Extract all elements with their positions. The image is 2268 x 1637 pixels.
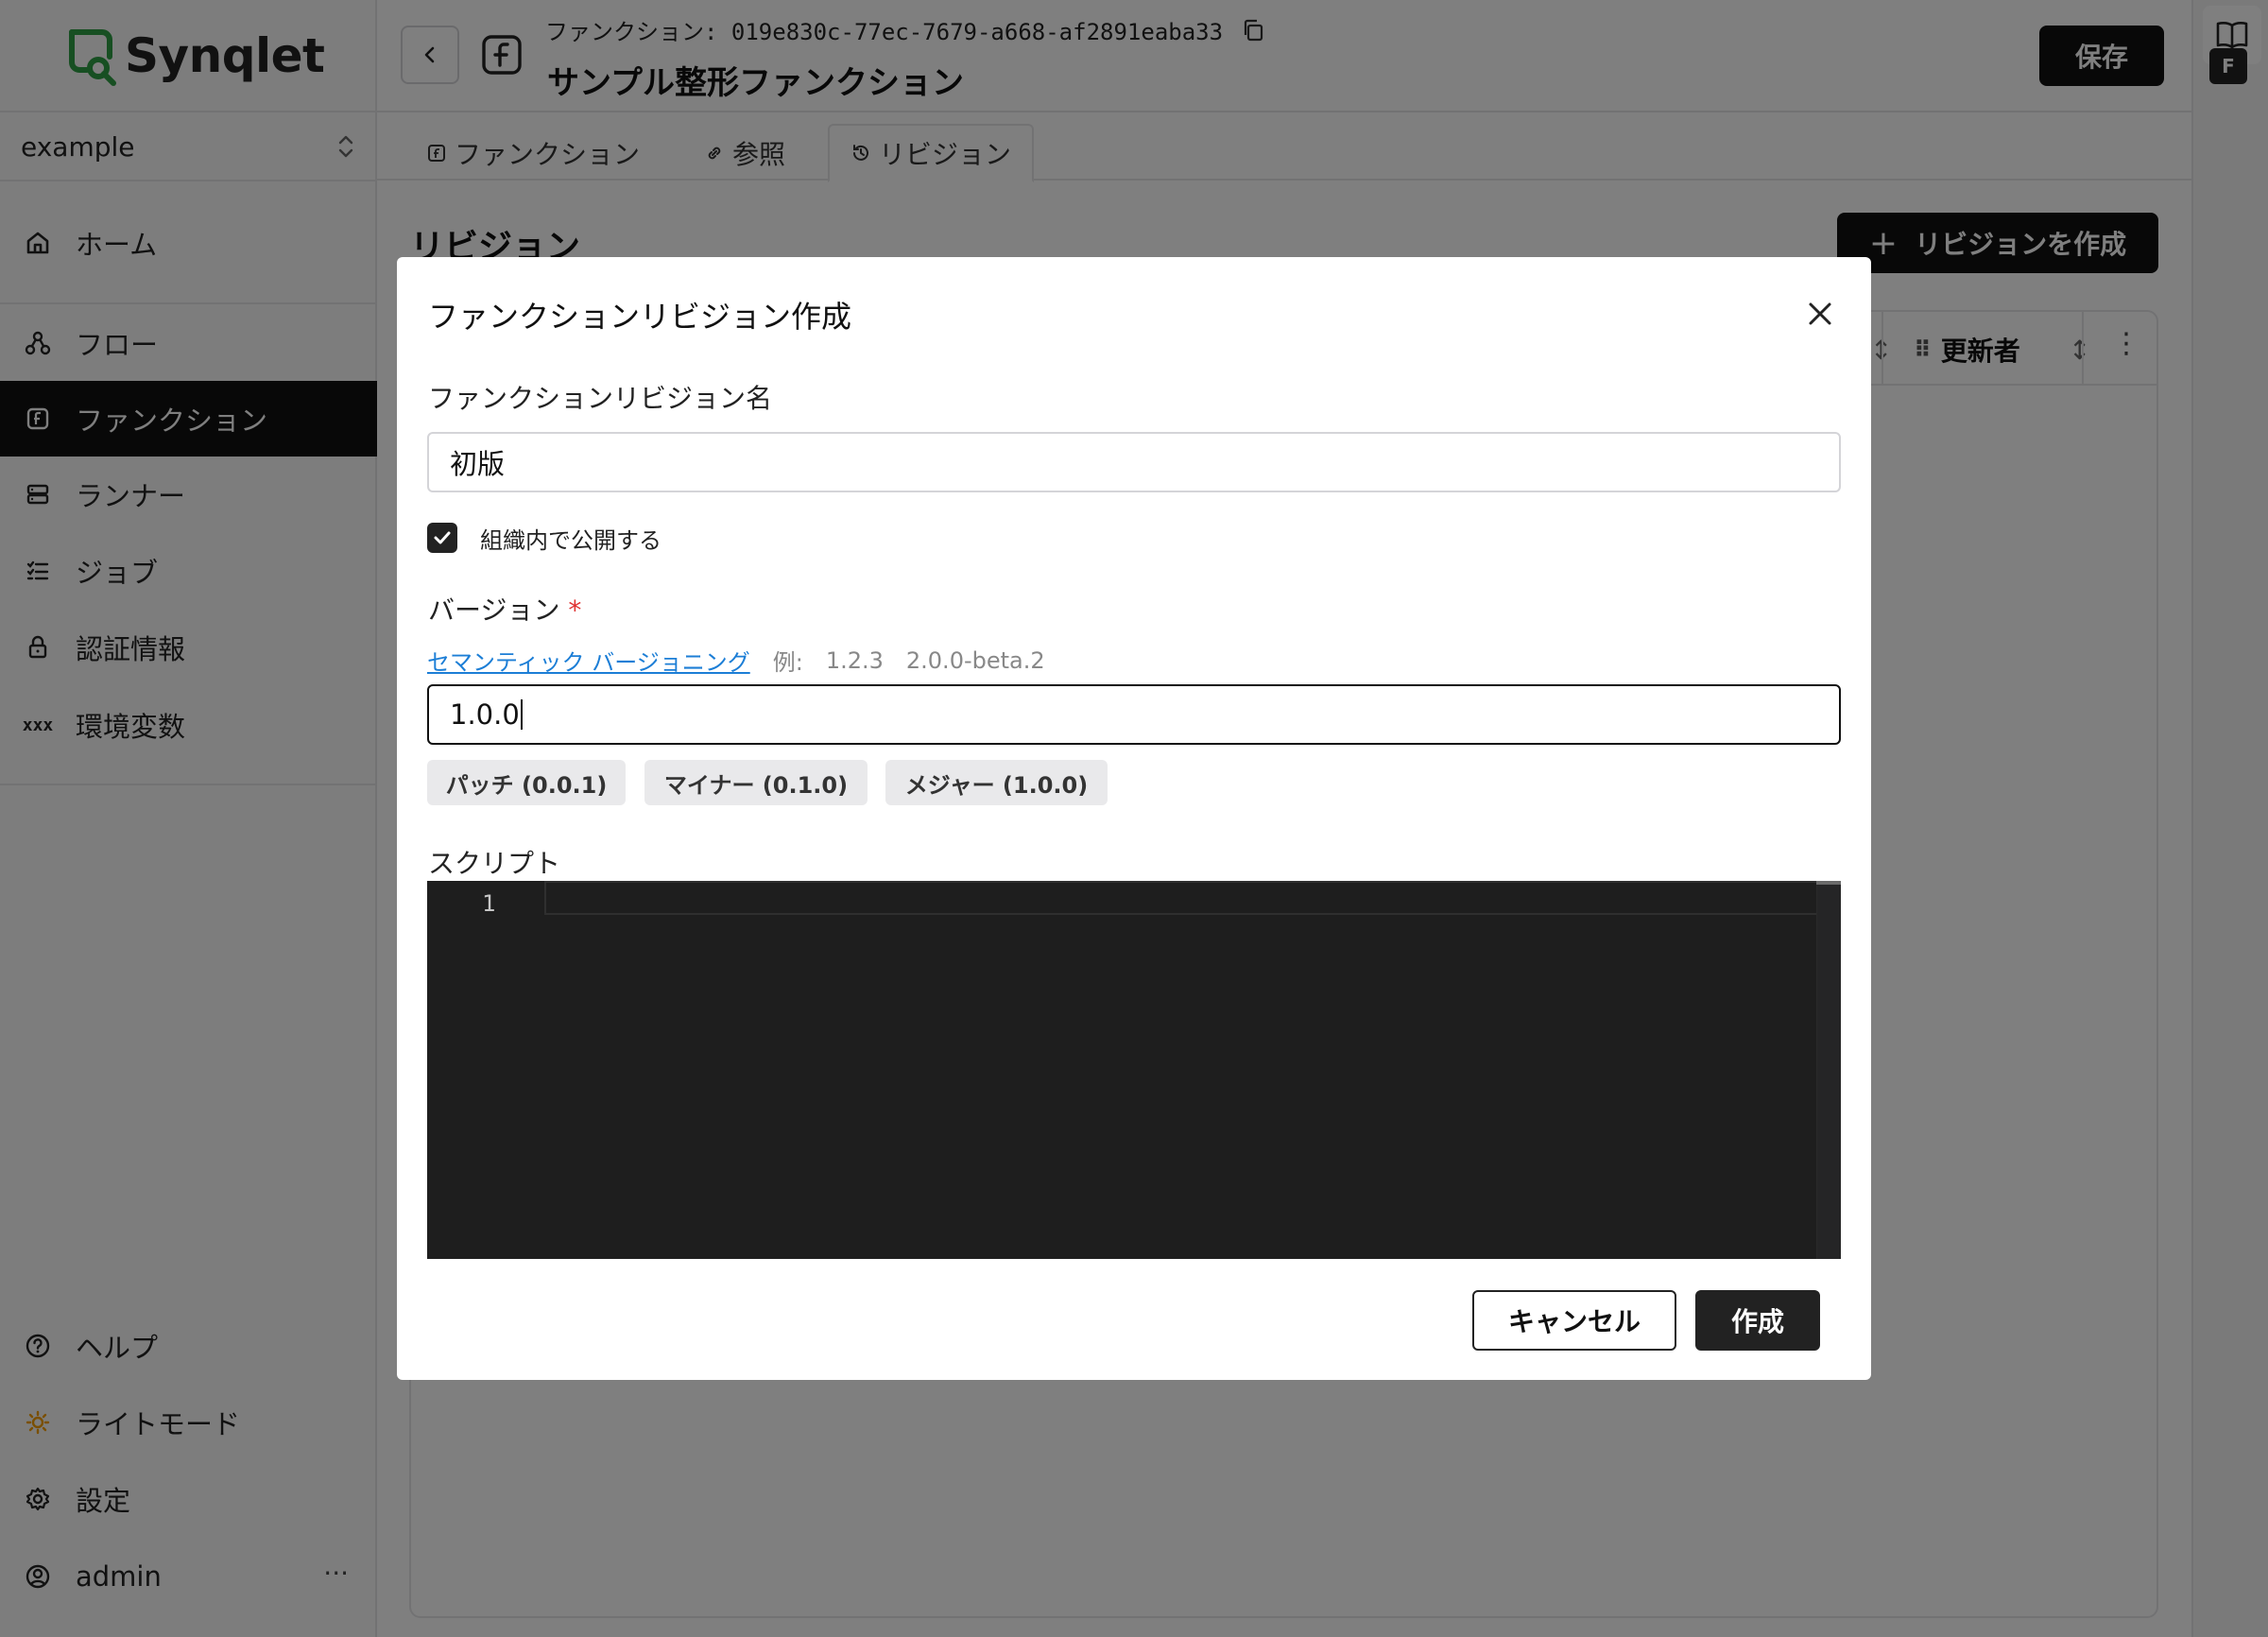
version-label: バージョン * [428, 590, 581, 628]
create-button[interactable]: 作成 [1695, 1290, 1820, 1351]
current-line-highlight [544, 881, 1841, 915]
publish-checkbox[interactable] [427, 523, 457, 553]
line-number: 1 [482, 890, 496, 917]
script-editor[interactable]: 1 [427, 881, 1841, 1259]
revision-name-input[interactable]: 初版 [427, 432, 1841, 492]
version-value: 1.0.0 [450, 698, 520, 731]
check-icon [434, 531, 451, 544]
editor-scrollbar[interactable] [1816, 881, 1841, 1259]
scrollbar-thumb[interactable] [1816, 881, 1841, 885]
required-mark: * [568, 594, 582, 626]
revision-name-label: ファンクションリビジョン名 [428, 383, 773, 414]
bump-minor-button[interactable]: マイナー (0.1.0) [644, 760, 868, 805]
version-label-text: バージョン [428, 594, 560, 626]
bump-patch-button[interactable]: パッチ (0.0.1) [427, 760, 626, 805]
example-value: 2.0.0-beta.2 [905, 646, 1045, 674]
semver-link[interactable]: セマンティック バージョニング [427, 644, 750, 677]
dialog-title: ファンクションリビジョン作成 [428, 299, 852, 335]
close-icon[interactable] [1803, 297, 1837, 331]
cancel-button[interactable]: キャンセル [1472, 1290, 1676, 1351]
revision-name-value: 初版 [450, 448, 506, 480]
create-revision-dialog: ファンクションリビジョン作成 ファンクションリビジョン名 初版 組織内で公開する… [397, 257, 1871, 1380]
example-label: 例: [772, 649, 803, 676]
bump-major-button[interactable]: メジャー (1.0.0) [885, 760, 1108, 805]
text-caret [520, 699, 523, 730]
script-label: スクリプト [428, 848, 561, 879]
publish-label[interactable]: 組織内で公開する [480, 522, 662, 555]
version-hint: セマンティック バージョニング 例: 1.2.3 2.0.0-beta.2 [427, 644, 1068, 677]
version-input[interactable]: 1.0.0 [427, 684, 1841, 745]
example-value: 1.2.3 [825, 646, 884, 674]
